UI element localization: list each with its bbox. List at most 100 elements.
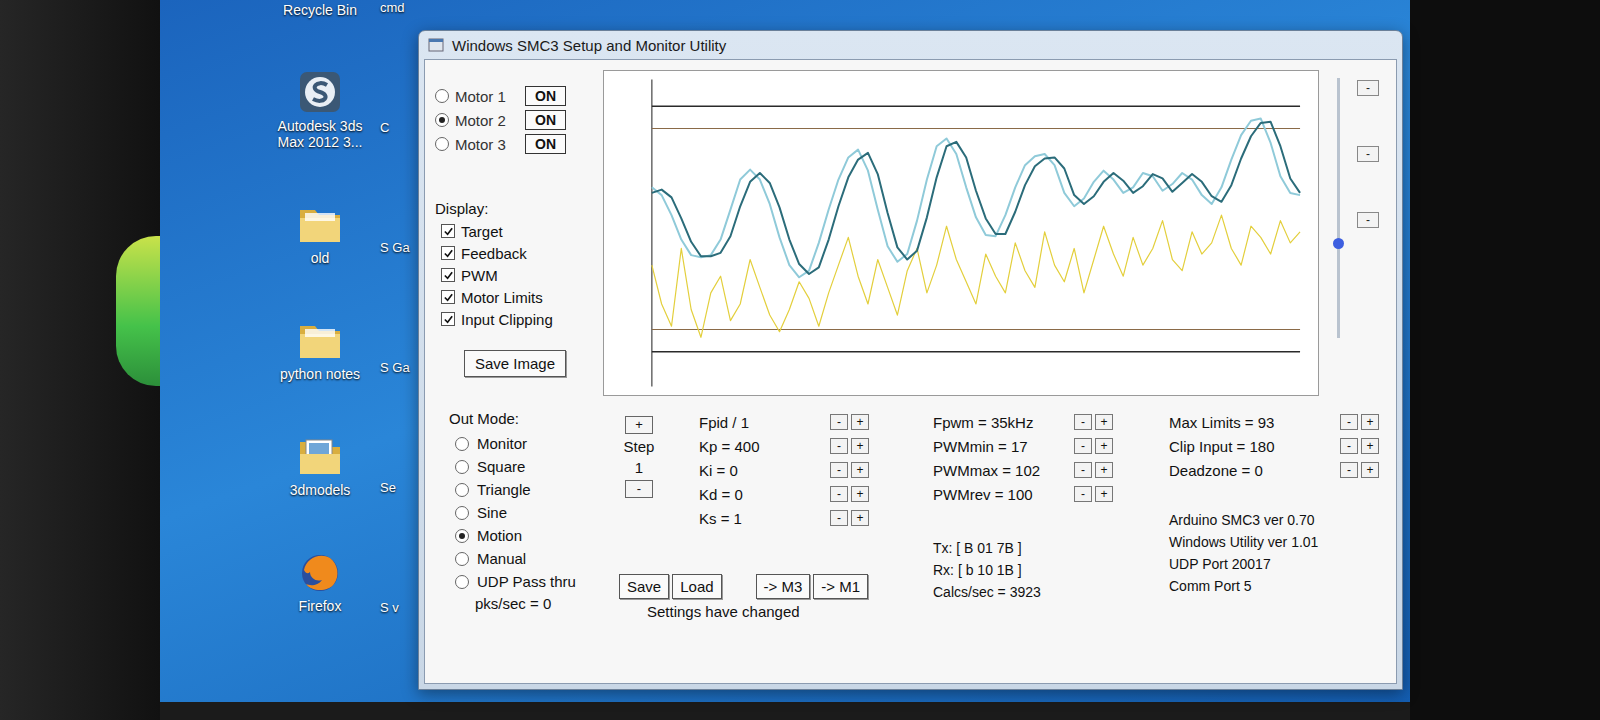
desktop-icon-label[interactable]: Se bbox=[380, 480, 396, 496]
top-area: Motor 1ONMotor 2ONMotor 3ONDisplay:Targe… bbox=[435, 70, 1386, 396]
autodesk-icon bbox=[296, 68, 344, 116]
checkbox[interactable] bbox=[441, 246, 455, 260]
adjust-button[interactable]: - bbox=[830, 486, 848, 502]
motor-radio[interactable] bbox=[435, 113, 449, 127]
desktop-icon-label[interactable]: S Ga bbox=[380, 240, 410, 256]
desktop-icon[interactable]: 3dmodels bbox=[264, 432, 376, 498]
step-decrement-button[interactable]: - bbox=[625, 480, 653, 498]
pwm-param-row: PWMrev = 100-+ bbox=[933, 482, 1113, 506]
desktop-icon[interactable]: Recycle Bin bbox=[264, 2, 376, 18]
out-mode-option[interactable]: Square bbox=[449, 455, 619, 478]
vertical-slider[interactable] bbox=[1327, 70, 1349, 396]
adjust-button[interactable]: + bbox=[1361, 462, 1379, 478]
out-mode-radio[interactable] bbox=[455, 460, 469, 474]
display-checkbox-row[interactable]: Motor Limits bbox=[435, 286, 595, 308]
out-mode-radio[interactable] bbox=[455, 552, 469, 566]
out-mode-radio[interactable] bbox=[455, 529, 469, 543]
actions-row: SaveLoad -> M3-> M1 bbox=[619, 574, 869, 599]
title-bar[interactable]: Windows SMC3 Setup and Monitor Utility bbox=[424, 31, 1397, 59]
motor-radio[interactable] bbox=[435, 89, 449, 103]
out-mode-option[interactable]: UDP Pass thru bbox=[449, 570, 619, 593]
desktop-icon-label[interactable]: C bbox=[380, 120, 389, 136]
out-mode-option[interactable]: Triangle bbox=[449, 478, 619, 501]
desktop-icon[interactable]: python notes bbox=[264, 316, 376, 382]
out-mode-option[interactable]: Monitor bbox=[449, 432, 619, 455]
adjust-button[interactable]: - bbox=[830, 438, 848, 454]
file-button[interactable]: Save bbox=[619, 574, 669, 599]
adjust-button[interactable]: - bbox=[1340, 462, 1358, 478]
display-checkbox-row[interactable]: PWM bbox=[435, 264, 595, 286]
out-mode-option-label: Manual bbox=[477, 550, 526, 567]
side-button[interactable]: - bbox=[1357, 146, 1379, 162]
out-mode-option-label: UDP Pass thru bbox=[477, 573, 576, 590]
adjust-button[interactable]: + bbox=[1095, 486, 1113, 502]
pid-param-row: Fpid / 1-+ bbox=[699, 410, 869, 434]
desktop-icon[interactable]: Autodesk 3ds Max 2012 3... bbox=[264, 68, 376, 150]
out-mode-radio[interactable] bbox=[455, 437, 469, 451]
display-checkbox-row[interactable]: Input Clipping bbox=[435, 308, 595, 330]
out-mode-radio[interactable] bbox=[455, 575, 469, 589]
save-image-button[interactable]: Save Image bbox=[464, 350, 566, 377]
motor-limit-line bbox=[652, 106, 1300, 107]
adjust-button[interactable]: - bbox=[1340, 414, 1358, 430]
checkbox[interactable] bbox=[441, 290, 455, 304]
adjust-button[interactable]: - bbox=[830, 510, 848, 526]
copy-to-motor-button[interactable]: -> M3 bbox=[756, 574, 811, 599]
adjust-button[interactable]: + bbox=[851, 462, 869, 478]
checkbox[interactable] bbox=[441, 268, 455, 282]
desktop-icon-label[interactable]: S Ga bbox=[380, 360, 410, 376]
adjust-button[interactable]: + bbox=[851, 486, 869, 502]
out-mode-option[interactable]: Sine bbox=[449, 501, 619, 524]
pid-param-label: Fpid / 1 bbox=[699, 414, 827, 431]
adjust-button[interactable]: - bbox=[1074, 438, 1092, 454]
copy-to-motor-button[interactable]: -> M1 bbox=[813, 574, 868, 599]
input-clip-line bbox=[652, 128, 1300, 129]
adjust-button[interactable]: + bbox=[851, 414, 869, 430]
green-object bbox=[116, 236, 160, 386]
slider-track[interactable] bbox=[1337, 78, 1340, 338]
desktop-icon[interactable]: Firefox bbox=[264, 548, 376, 614]
copy-buttons: -> M3-> M1 bbox=[756, 574, 869, 599]
pid-param-row: Kd = 0-+ bbox=[699, 482, 869, 506]
step-increment-button[interactable]: + bbox=[625, 416, 653, 434]
desktop-icon-column: cmd C S Ga S Ga Se S v bbox=[380, 0, 412, 702]
motor-on-button[interactable]: ON bbox=[525, 134, 566, 154]
side-button[interactable]: - bbox=[1357, 212, 1379, 228]
comms-line: Rx: [ b 10 1B ] bbox=[933, 562, 1113, 578]
adjust-button[interactable]: + bbox=[1361, 414, 1379, 430]
window-title: Windows SMC3 Setup and Monitor Utility bbox=[452, 37, 726, 54]
motor-on-button[interactable]: ON bbox=[525, 86, 566, 106]
adjust-button[interactable]: - bbox=[1340, 438, 1358, 454]
motor-row: Motor 2ON bbox=[435, 108, 595, 132]
adjust-button[interactable]: - bbox=[830, 462, 848, 478]
motor-on-button[interactable]: ON bbox=[525, 110, 566, 130]
laptop-bezel bbox=[0, 0, 160, 720]
checkbox[interactable] bbox=[441, 224, 455, 238]
desktop-icon[interactable]: old bbox=[264, 200, 376, 266]
motor-radio[interactable] bbox=[435, 137, 449, 151]
adjust-button[interactable]: - bbox=[1074, 486, 1092, 502]
slider-thumb[interactable] bbox=[1333, 238, 1344, 249]
out-mode-radio[interactable] bbox=[455, 483, 469, 497]
adjust-button[interactable]: - bbox=[1074, 462, 1092, 478]
checkbox[interactable] bbox=[441, 312, 455, 326]
display-checkbox-row[interactable]: Feedback bbox=[435, 242, 595, 264]
adjust-button[interactable]: + bbox=[851, 510, 869, 526]
out-mode-option[interactable]: Manual bbox=[449, 547, 619, 570]
display-checkbox-row[interactable]: Target bbox=[435, 220, 595, 242]
file-button[interactable]: Load bbox=[672, 574, 721, 599]
pwm-group: Fpwm = 35kHz-+PWMmin = 17-+PWMmax = 102-… bbox=[933, 410, 1113, 620]
desktop-icon-label[interactable]: cmd bbox=[380, 0, 405, 16]
adjust-button[interactable]: + bbox=[1095, 414, 1113, 430]
side-button[interactable]: - bbox=[1357, 80, 1379, 96]
adjust-button[interactable]: - bbox=[1074, 414, 1092, 430]
adjust-button[interactable]: + bbox=[851, 438, 869, 454]
adjust-button[interactable]: + bbox=[1361, 438, 1379, 454]
out-mode-option[interactable]: Motion bbox=[449, 524, 619, 547]
adjust-button[interactable]: + bbox=[1095, 438, 1113, 454]
desktop-icon-label[interactable]: S v bbox=[380, 600, 399, 616]
adjust-button[interactable]: - bbox=[830, 414, 848, 430]
out-mode-radio[interactable] bbox=[455, 506, 469, 520]
adjust-button[interactable]: + bbox=[1095, 462, 1113, 478]
check-icon bbox=[443, 292, 454, 303]
